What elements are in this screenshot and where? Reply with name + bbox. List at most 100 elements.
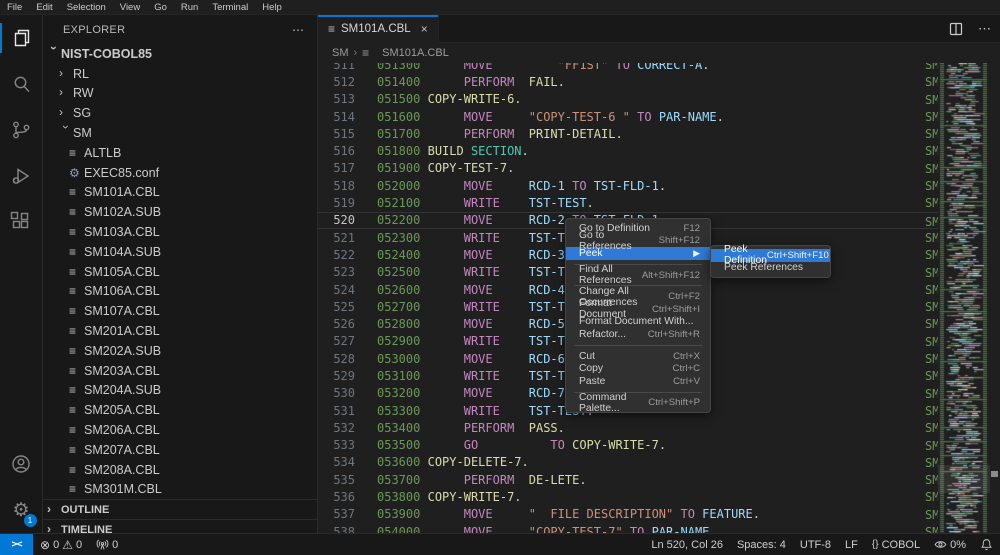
line-number[interactable]: 537	[318, 507, 355, 521]
tree-item-sm103a.cbl[interactable]: ≡SM103A.CBL	[43, 222, 317, 242]
code-line-538[interactable]: 538054000 MOVE "COPY-TEST-7" TO PAR-NAME…	[318, 523, 938, 533]
tree-item-sm107a.cbl[interactable]: ≡SM107A.CBL	[43, 301, 317, 321]
line-number[interactable]: 517	[318, 161, 355, 175]
tree-item-sm104a.sub[interactable]: ≡SM104A.SUB	[43, 242, 317, 262]
menu-item-command-palette-[interactable]: Command Palette...Ctrl+Shift+P	[566, 397, 710, 410]
code-line-536[interactable]: 536053800 COPY-WRITE-7.SM	[318, 488, 938, 505]
code-line-511[interactable]: 511051300 MOVE "FF1ST" TO CORRECT-A.SM	[318, 63, 938, 73]
tree-item-sm102a.sub[interactable]: ≡SM102A.SUB	[43, 202, 317, 222]
line-number[interactable]: 515	[318, 127, 355, 141]
line-number[interactable]: 532	[318, 421, 355, 435]
line-number[interactable]: 512	[318, 75, 355, 89]
tree-item-sm202a.sub[interactable]: ≡SM202A.SUB	[43, 341, 317, 361]
close-icon[interactable]: ×	[421, 22, 428, 36]
code-line-518[interactable]: 518052000 MOVE RCD-1 TO TST-FLD-1.SM	[318, 177, 938, 194]
menu-item-peek-references[interactable]: Peek References	[711, 262, 830, 275]
explorer-icon[interactable]	[0, 15, 43, 61]
line-number[interactable]: 530	[318, 386, 355, 400]
run-debug-icon[interactable]	[0, 153, 43, 199]
code-line-515[interactable]: 515051700 PERFORM PRINT-DETAIL.SM	[318, 125, 938, 142]
menu-file[interactable]: File	[0, 0, 29, 15]
tree-item-rw[interactable]: ›RW	[43, 84, 317, 104]
line-number[interactable]: 535	[318, 473, 355, 487]
line-number[interactable]: 533	[318, 438, 355, 452]
line-number[interactable]: 511	[318, 63, 355, 72]
line-number[interactable]: 527	[318, 334, 355, 348]
minimap[interactable]	[938, 63, 990, 533]
line-number[interactable]: 528	[318, 352, 355, 366]
line-number[interactable]: 529	[318, 369, 355, 383]
line-number[interactable]: 514	[318, 110, 355, 124]
menu-edit[interactable]: Edit	[29, 0, 59, 15]
line-number[interactable]: 521	[318, 231, 355, 245]
tree-item-sm207a.cbl[interactable]: ≡SM207A.CBL	[43, 440, 317, 460]
tree-item-sm203a.cbl[interactable]: ≡SM203A.CBL	[43, 361, 317, 381]
accounts-icon[interactable]	[0, 441, 43, 487]
line-number[interactable]: 519	[318, 196, 355, 210]
remote-indicator[interactable]: ><	[0, 534, 33, 555]
menu-item-format-document-with-[interactable]: Format Document With...	[566, 316, 710, 329]
tree-item-sm201a.cbl[interactable]: ≡SM201A.CBL	[43, 321, 317, 341]
minimap-slider[interactable]	[938, 465, 990, 493]
line-number[interactable]: 531	[318, 404, 355, 418]
line-number[interactable]: 518	[318, 179, 355, 193]
menu-item-paste[interactable]: PasteCtrl+V	[566, 375, 710, 388]
menu-terminal[interactable]: Terminal	[205, 0, 255, 15]
line-number[interactable]: 526	[318, 317, 355, 331]
line-number[interactable]: 523	[318, 265, 355, 279]
tree-item-sm205a.cbl[interactable]: ≡SM205A.CBL	[43, 400, 317, 420]
code-line-532[interactable]: 532053400 PERFORM PASS.SM	[318, 419, 938, 436]
indentation[interactable]: Spaces: 4	[730, 534, 793, 555]
menu-help[interactable]: Help	[255, 0, 289, 15]
menu-item-go-to-references[interactable]: Go to ReferencesShift+F12	[566, 235, 710, 248]
tree-item-sm204a.sub[interactable]: ≡SM204A.SUB	[43, 381, 317, 401]
menu-item-copy[interactable]: CopyCtrl+C	[566, 362, 710, 375]
tree-item-sm208a.cbl[interactable]: ≡SM208A.CBL	[43, 460, 317, 480]
split-editor-icon[interactable]	[948, 21, 964, 37]
tree-root[interactable]: ›NIST-COBOL85	[43, 44, 317, 64]
tree-item-altlb[interactable]: ≡ALTLB	[43, 143, 317, 163]
line-number[interactable]: 536	[318, 490, 355, 504]
code-line-535[interactable]: 535053700 PERFORM DE-LETE.SM	[318, 471, 938, 488]
section-outline[interactable]: ›OUTLINE	[43, 499, 317, 519]
menu-item-cut[interactable]: CutCtrl+X	[566, 350, 710, 363]
tab-sm101a[interactable]: ≡ SM101A.CBL ×	[318, 15, 439, 43]
problems-indicator[interactable]: ⊗ 0 ⚠ 0	[33, 534, 89, 555]
menu-go[interactable]: Go	[147, 0, 174, 15]
tree-item-sm[interactable]: ›SM	[43, 123, 317, 143]
menu-item-peek-definition[interactable]: Peek DefinitionCtrl+Shift+F10	[711, 249, 830, 262]
encoding[interactable]: UTF-8	[793, 534, 838, 555]
code-line-512[interactable]: 512051400 PERFORM FAIL.SM	[318, 73, 938, 90]
menu-item-find-all-references[interactable]: Find All ReferencesAlt+Shift+F12	[566, 269, 710, 282]
explorer-more-actions-icon[interactable]: ⋯	[292, 23, 305, 37]
coverage-indicator[interactable]: 0%	[927, 534, 973, 555]
cursor-position[interactable]: Ln 520, Col 26	[644, 534, 730, 555]
breadcrumb-folder[interactable]: SM	[332, 47, 349, 59]
line-number[interactable]: 538	[318, 525, 355, 533]
line-number[interactable]: 524	[318, 283, 355, 297]
code-line-516[interactable]: 516051800 BUILD SECTION.SM	[318, 142, 938, 159]
ports-indicator[interactable]: 0	[89, 534, 125, 555]
breadcrumb-file[interactable]: SM101A.CBL	[382, 47, 449, 59]
eol-selector[interactable]: LF	[838, 534, 865, 555]
code-line-517[interactable]: 517051900 COPY-TEST-7.SM	[318, 160, 938, 177]
menu-item-refactor-[interactable]: Refactor...Ctrl+Shift+R	[566, 328, 710, 341]
tree-item-rl[interactable]: ›RL	[43, 64, 317, 84]
tree-item-sm105a.cbl[interactable]: ≡SM105A.CBL	[43, 262, 317, 282]
code-line-534[interactable]: 534053600 COPY-DELETE-7.SM	[318, 454, 938, 471]
settings-gear-icon[interactable]: ⚙ 1	[0, 487, 43, 533]
code-line-514[interactable]: 514051600 MOVE "COPY-TEST-6 " TO PAR-NAM…	[318, 108, 938, 125]
menu-view[interactable]: View	[113, 0, 147, 15]
tree-item-exec85.conf[interactable]: ⚙EXEC85.conf	[43, 163, 317, 183]
code-line-519[interactable]: 519052100 WRITE TST-TEST.SM	[318, 194, 938, 211]
source-control-icon[interactable]	[0, 107, 43, 153]
code-line-513[interactable]: 513051500 COPY-WRITE-6.SM	[318, 91, 938, 108]
code-line-533[interactable]: 533053500 GO TO COPY-WRITE-7.SM	[318, 437, 938, 454]
tree-item-sm206a.cbl[interactable]: ≡SM206A.CBL	[43, 420, 317, 440]
section-timeline[interactable]: ›TIMELINE	[43, 519, 317, 533]
tree-item-sg[interactable]: ›SG	[43, 103, 317, 123]
notifications-bell[interactable]	[973, 534, 1000, 555]
menu-selection[interactable]: Selection	[60, 0, 113, 15]
menu-item-format-document[interactable]: Format DocumentCtrl+Shift+I	[566, 303, 710, 316]
more-actions-icon[interactable]: ⋯	[978, 21, 992, 37]
